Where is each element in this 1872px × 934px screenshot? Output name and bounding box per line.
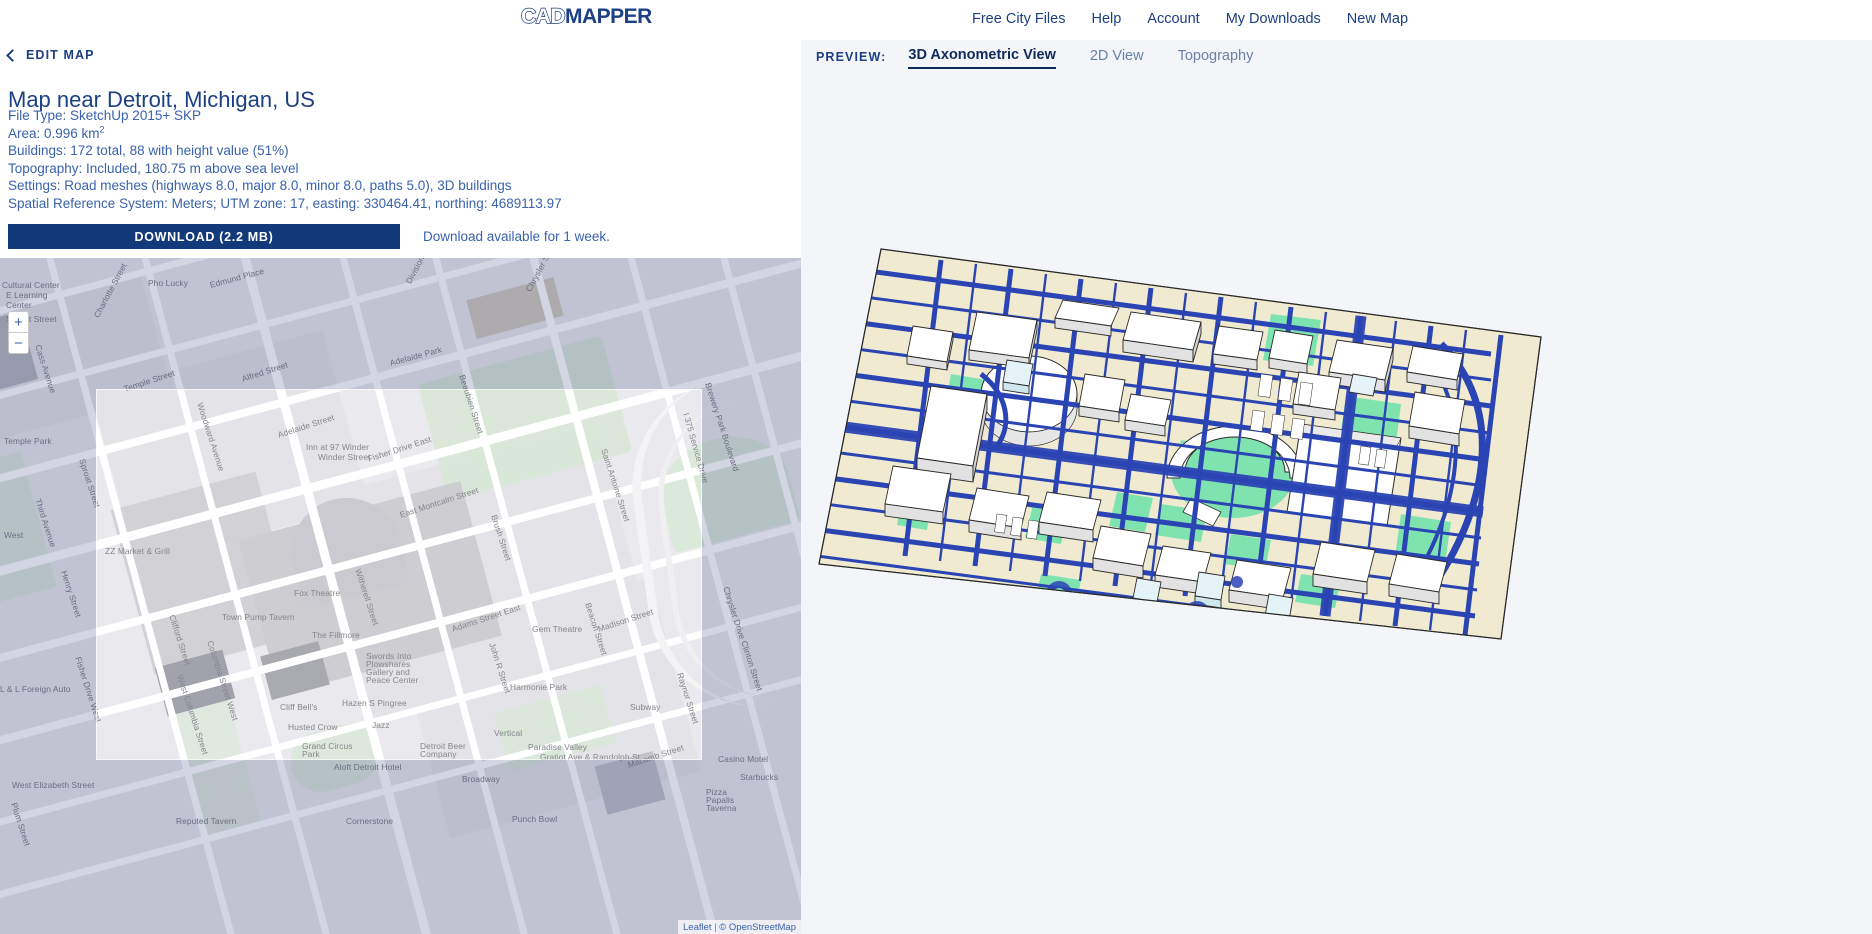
info-spatial-reference: Spatial Reference System: Meters; UTM zo…: [8, 195, 562, 211]
nav-account[interactable]: Account: [1147, 10, 1199, 28]
map-tiles: Cultural Center E Learning Center Pho Lu…: [0, 258, 801, 934]
info-file-type: File Type: SketchUp 2015+ SKP: [8, 108, 201, 123]
nav-my-downloads[interactable]: My Downloads: [1226, 10, 1321, 28]
nav-help[interactable]: Help: [1091, 10, 1121, 28]
map-dim-overlay-bottom: [0, 760, 801, 934]
info-buildings: Buildings: 172 total, 88 with height val…: [8, 143, 289, 159]
download-availability-note: Download available for 1 week.: [423, 229, 610, 244]
logo-mapper-text: MAPPER: [565, 5, 652, 28]
chevron-left-icon: [6, 48, 19, 62]
map-dim-overlay-top: [0, 258, 801, 389]
map-dim-overlay-right: [702, 389, 801, 760]
preview-label: PREVIEW:: [816, 50, 887, 64]
info-area-exponent: 2: [99, 124, 105, 135]
zoom-in-button[interactable]: +: [9, 312, 28, 333]
download-button[interactable]: DOWNLOAD (2.2 MB): [8, 224, 400, 249]
leaflet-map[interactable]: Cultural Center E Learning Center Pho Lu…: [0, 258, 801, 934]
3d-model-svg: [818, 248, 1542, 640]
info-area-text: Area: 0.996 km: [8, 125, 100, 141]
tab-2d-view[interactable]: 2D View: [1090, 47, 1144, 68]
edit-map-label: EDIT MAP: [26, 48, 95, 62]
left-panel: EDIT MAP Map near Detroit, Michigan, US …: [0, 40, 801, 934]
cadmapper-logo[interactable]: CADMAPPER: [520, 5, 652, 28]
tab-3d-axonometric-view[interactable]: 3D Axonometric View: [908, 46, 1056, 69]
info-area: Area: 0.996 km2: [8, 125, 788, 143]
top-bar: CADMAPPER Free City Files Help Account M…: [0, 0, 1872, 40]
nav-new-map[interactable]: New Map: [1347, 10, 1408, 28]
map-info-list: File Type: SketchUp 2015+ SKP Area: 0.99…: [8, 107, 788, 213]
edit-map-back-link[interactable]: EDIT MAP: [6, 48, 95, 62]
info-topography: Topography: Included, 180.75 m above sea…: [8, 160, 299, 176]
nav-free-city-files[interactable]: Free City Files: [972, 10, 1065, 28]
map-dim-overlay-left: [0, 389, 96, 760]
info-settings: Settings: Road meshes (highways 8.0, maj…: [8, 178, 512, 194]
attribution-osm-link[interactable]: © OpenStreetMap: [719, 922, 796, 933]
top-navigation: Free City Files Help Account My Download…: [972, 10, 1408, 28]
logo-cad-text: CAD: [520, 5, 566, 28]
zoom-out-button[interactable]: −: [9, 333, 28, 353]
attribution-leaflet-link[interactable]: Leaflet: [683, 922, 712, 933]
map-selection-rectangle[interactable]: [96, 389, 702, 760]
3d-model-preview[interactable]: [801, 74, 1872, 934]
tab-topography[interactable]: Topography: [1178, 47, 1254, 68]
map-attribution: Leaflet | © OpenStreetMap: [678, 920, 801, 934]
preview-tab-bar: PREVIEW: 3D Axonometric View 2D View Top…: [801, 40, 1872, 74]
app-root: CADMAPPER Free City Files Help Account M…: [0, 0, 1872, 934]
right-panel: PREVIEW: 3D Axonometric View 2D View Top…: [801, 40, 1872, 934]
download-row: DOWNLOAD (2.2 MB) Download available for…: [8, 224, 788, 249]
map-zoom-controls: + −: [8, 311, 29, 354]
